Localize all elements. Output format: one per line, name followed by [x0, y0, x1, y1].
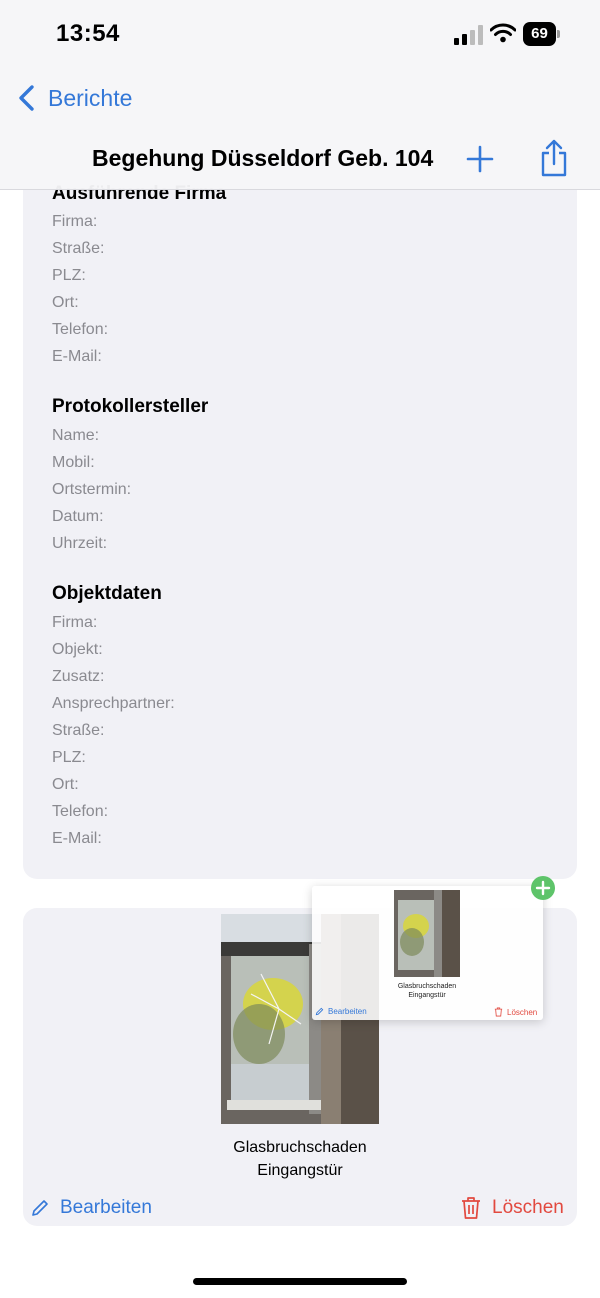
drag-preview[interactable]: Glasbruchschaden Eingangstür Bearbeiten … [312, 886, 543, 1020]
photo-caption-line1: Glasbruchschaden [233, 1139, 367, 1156]
field-contact-person: Ansprechpartner: [52, 695, 175, 712]
drag-preview-caption-line1: Glasbruchschaden [397, 983, 457, 990]
field-street: Straße: [52, 240, 105, 257]
back-button[interactable]: Berichte [16, 80, 132, 116]
trash-icon [494, 1007, 503, 1017]
page-title: Begehung Düsseldorf Geb. 104 [92, 145, 434, 171]
trash-icon [462, 1197, 480, 1219]
drag-preview-delete-button: Löschen [494, 1007, 537, 1017]
drag-preview-photo [394, 890, 460, 977]
pencil-icon [315, 1007, 324, 1016]
field-email: E-Mail: [52, 348, 102, 365]
field-object-email: E-Mail: [52, 830, 102, 847]
field-company: Firma: [52, 213, 98, 230]
battery-level: 69 [523, 22, 556, 46]
home-indicator [193, 1278, 407, 1285]
delete-button[interactable]: Löschen [460, 1195, 564, 1221]
pencil-icon [32, 1200, 48, 1216]
cellular-signal-icon [454, 25, 483, 45]
field-addition: Zusatz: [52, 668, 105, 685]
back-chevron-icon [19, 85, 34, 111]
plus-icon[interactable] [464, 143, 496, 175]
field-date: Datum: [52, 508, 104, 525]
field-mobile: Mobil: [52, 454, 95, 471]
field-time: Uhrzeit: [52, 535, 108, 552]
report-info-card [23, 150, 577, 879]
field-zip: PLZ: [52, 267, 86, 284]
battery-indicator: 69 [523, 22, 561, 46]
edit-label: Bearbeiten [60, 1197, 152, 1218]
drag-preview-caption-line2: Eingangstür [408, 992, 446, 999]
status-bar: 13:54 69 [0, 0, 600, 70]
photo-caption-line2: Eingangstür [257, 1162, 343, 1179]
edit-button[interactable]: Bearbeiten [30, 1195, 152, 1221]
field-phone: Telefon: [52, 321, 109, 338]
drag-preview-edit-label: Bearbeiten [328, 1007, 367, 1016]
wifi-icon [490, 23, 516, 43]
field-name: Name: [52, 427, 100, 444]
delete-label: Löschen [492, 1197, 564, 1218]
status-time: 13:54 [56, 20, 120, 47]
drag-preview-delete-label: Löschen [507, 1007, 538, 1017]
field-object-company: Firma: [52, 614, 98, 631]
field-object: Objekt: [52, 641, 103, 658]
field-object-zip: PLZ: [52, 749, 86, 766]
field-city: Ort: [52, 294, 79, 311]
back-label: Berichte [48, 84, 133, 111]
section-title-protocol-author: Protokollersteller [52, 396, 209, 417]
field-object-street: Straße: [52, 722, 105, 739]
field-object-city: Ort: [52, 776, 79, 793]
field-site-appointment: Ortstermin: [52, 481, 132, 498]
drag-preview-edit-button: Bearbeiten [315, 1007, 367, 1016]
navigation-header: 13:54 69 Berichte Begehung Düsseldorf Ge… [0, 0, 600, 190]
battery-tip [557, 30, 560, 38]
section-title-object-data: Objektdaten [52, 583, 162, 604]
field-object-phone: Telefon: [52, 803, 109, 820]
share-icon[interactable] [538, 138, 570, 178]
add-circle-icon[interactable] [530, 875, 556, 901]
